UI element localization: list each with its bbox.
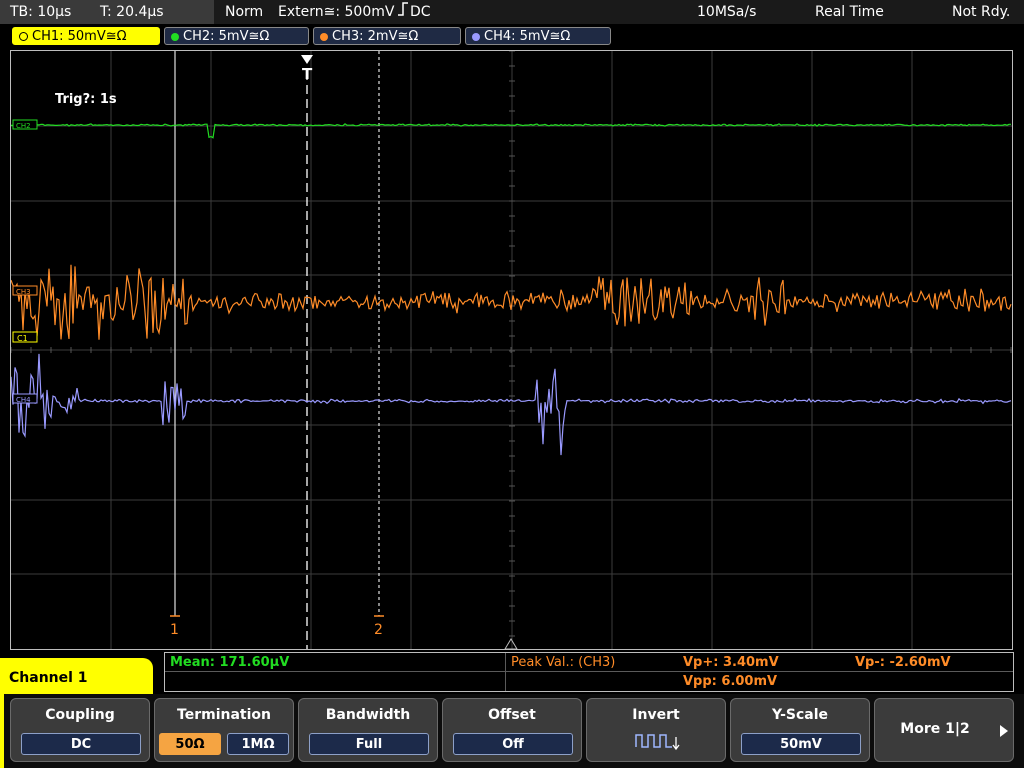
acquisition-state-label: Not Rdy. — [952, 4, 1011, 20]
invert-button[interactable]: Invert — [586, 698, 726, 762]
coupling-title: Coupling — [45, 707, 115, 723]
tab-ch2[interactable]: CH2: 5mV≅Ω — [164, 27, 309, 45]
tab-ch3-label: CH3: 2mV≅Ω — [332, 29, 419, 44]
trigger-status-text: Trig?: 1s — [55, 92, 117, 107]
bandwidth-title: Bandwidth — [325, 707, 411, 723]
sample-rate-label: 10MSa/s — [697, 4, 757, 20]
tab-ch2-label: CH2: 5mV≅Ω — [183, 29, 270, 44]
trigger-source-label[interactable]: Extern≅: 500mV — [278, 0, 394, 24]
measurement-divider-h — [165, 671, 1013, 672]
tab-ch1-label: CH1: 50mV≅Ω — [32, 29, 127, 44]
termination-title: Termination — [177, 707, 271, 723]
more-label: More 1|2 — [900, 721, 970, 737]
menu-title: Channel 1 — [9, 670, 88, 686]
bandwidth-value[interactable]: Full — [309, 733, 429, 755]
ch2-dot-icon — [171, 32, 179, 41]
more-button[interactable]: More 1|2 — [874, 698, 1014, 762]
invert-title: Invert — [632, 707, 680, 723]
measurement-divider-v — [505, 653, 506, 691]
trigger-marker-label: T — [302, 65, 313, 83]
measurement-panel: Mean: 171.60µV Peak Val.: (CH3) Vp+: 3.4… — [164, 652, 1014, 692]
ch4-dot-icon — [472, 32, 480, 41]
vpp-measurement: Vpp: 6.00mV — [683, 674, 778, 689]
tab-ch4[interactable]: CH4: 5mV≅Ω — [465, 27, 611, 45]
ch1-level-tag-label: C1 — [17, 334, 28, 343]
ch2-level-tag-label: CH2 — [16, 122, 31, 130]
peak-measurement-label: Peak Val.: (CH3) — [511, 655, 616, 670]
next-page-arrow-icon — [1000, 725, 1008, 737]
menu-title-tab: Channel 1 — [0, 658, 153, 698]
waveform-canvas: T Trig?: 1s CH2 CH3 C1 CH4 1 2 — [11, 51, 1012, 649]
ch1-dot-icon — [19, 32, 28, 41]
channel-tabs: CH1: 50mV≅Ω CH2: 5mV≅Ω CH3: 2mV≅Ω CH4: 5… — [0, 26, 1024, 48]
waveform-display[interactable]: T Trig?: 1s CH2 CH3 C1 CH4 1 2 — [10, 50, 1013, 650]
invert-waveform-icon — [635, 734, 680, 751]
offset-button[interactable]: Offset Off — [442, 698, 582, 762]
coupling-value[interactable]: DC — [21, 733, 141, 755]
softkey-bar: Coupling DC Termination 50Ω 1MΩ Bandwidt… — [0, 694, 1024, 768]
termination-50ohm-option[interactable]: 50Ω — [159, 733, 221, 755]
termination-button[interactable]: Termination 50Ω 1MΩ — [154, 698, 294, 762]
coupling-button[interactable]: Coupling DC — [10, 698, 150, 762]
tab-ch3[interactable]: CH3: 2mV≅Ω — [313, 27, 461, 45]
status-bar: TB: 10µs T: 20.4µs Norm Extern≅: 500mV D… — [0, 0, 1024, 24]
cursor-1-label[interactable]: 1 — [170, 622, 179, 638]
ch4-level-tag-label: CH4 — [16, 396, 31, 404]
y-scale-title: Y-Scale — [771, 707, 828, 723]
ch3-dot-icon — [320, 32, 328, 41]
ch4-waveform — [11, 353, 1012, 456]
mean-measurement: Mean: 171.60µV — [170, 655, 290, 670]
timebase-label[interactable]: TB: 10µs — [10, 0, 71, 24]
graticule-grid — [11, 51, 1012, 649]
offset-title: Offset — [488, 707, 536, 723]
offset-value[interactable]: Off — [453, 733, 573, 755]
y-scale-button[interactable]: Y-Scale 50mV — [730, 698, 870, 762]
trigger-coupling-label[interactable]: DC — [410, 0, 431, 24]
acquisition-mode-label: Real Time — [815, 4, 884, 20]
y-scale-value[interactable]: 50mV — [741, 733, 861, 755]
tab-ch1[interactable]: CH1: 50mV≅Ω — [12, 27, 160, 45]
horizontal-position-marker-icon[interactable] — [504, 638, 518, 649]
vp-plus-measurement: Vp+: 3.40mV — [683, 655, 779, 670]
cursor-2-label[interactable]: 2 — [374, 622, 383, 638]
trigger-time-label[interactable]: T: 20.4µs — [100, 0, 164, 24]
vp-minus-measurement: Vp-: -2.60mV — [855, 655, 951, 670]
ch3-level-tag-label: CH3 — [16, 288, 31, 296]
termination-1mohm-option[interactable]: 1MΩ — [227, 733, 289, 755]
bandwidth-button[interactable]: Bandwidth Full — [298, 698, 438, 762]
tab-ch4-label: CH4: 5mV≅Ω — [484, 29, 571, 44]
trigger-mode-label[interactable]: Norm — [225, 0, 263, 24]
trigger-edge-icon — [397, 0, 409, 24]
